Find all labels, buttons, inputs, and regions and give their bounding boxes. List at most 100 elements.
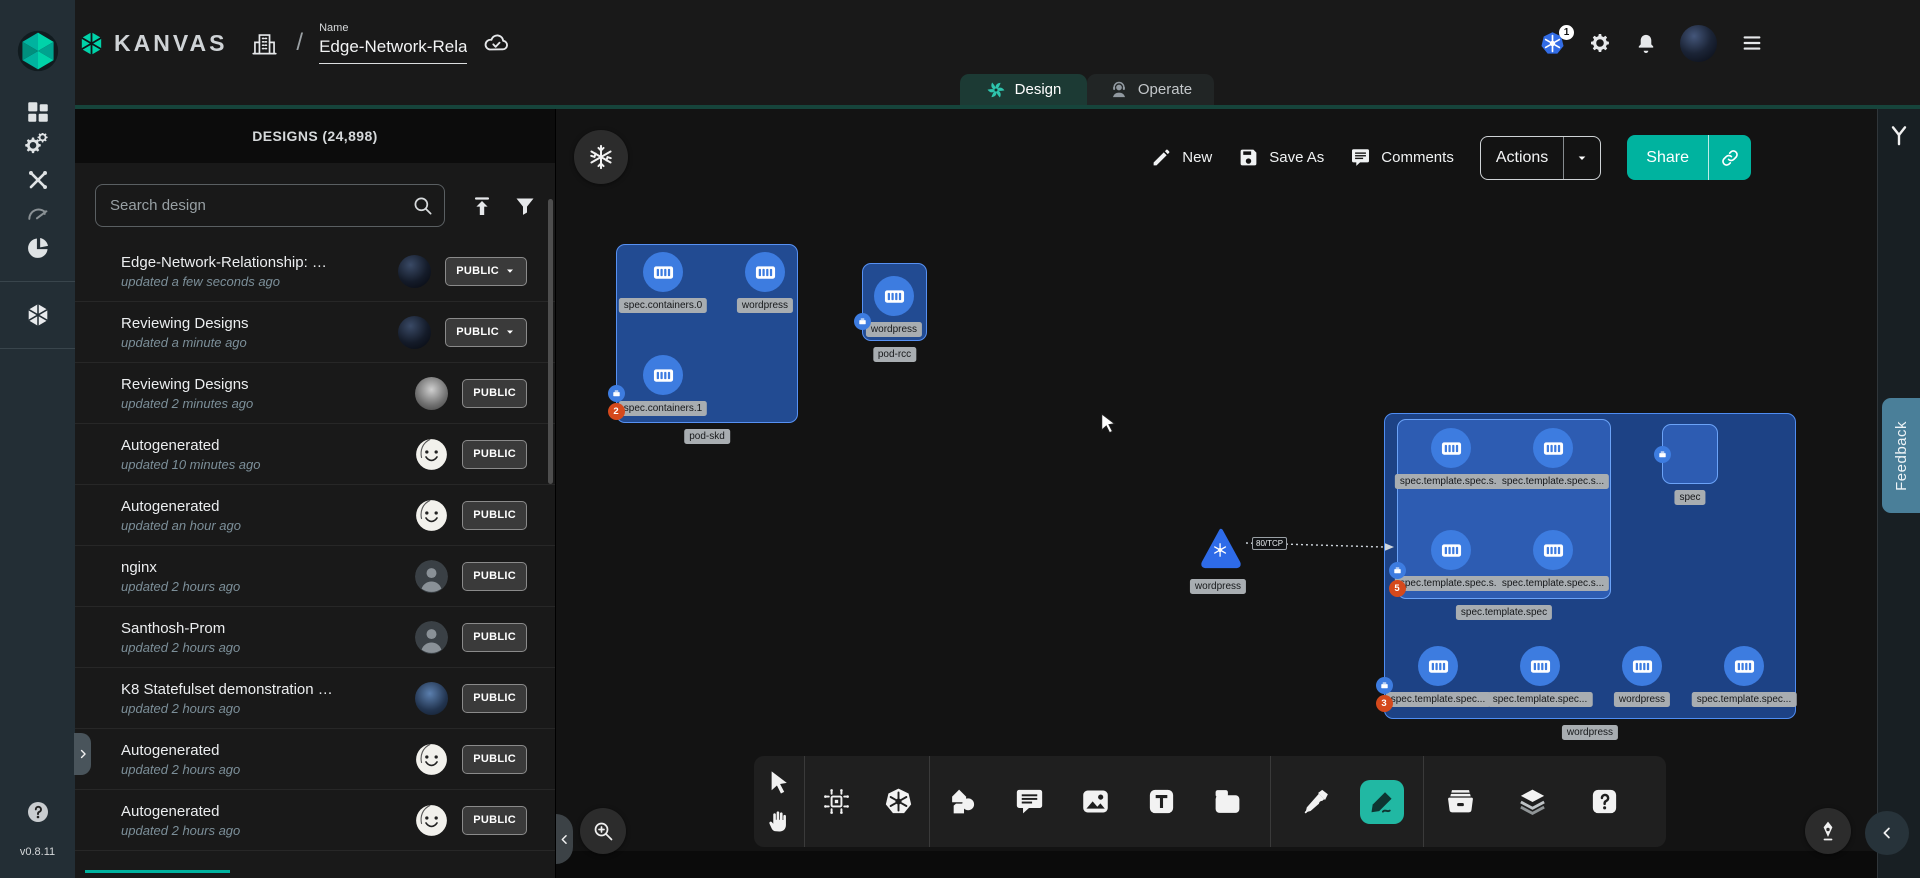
tab-design[interactable]: Design <box>960 74 1087 105</box>
share-button[interactable]: Share <box>1627 135 1751 180</box>
container-node[interactable] <box>1533 428 1573 468</box>
error-count-badge[interactable]: 2 <box>608 403 625 420</box>
design-list-item[interactable]: Autogeneratedupdated 2 hours agoPUBLIC <box>75 790 555 851</box>
sidebar-item-kanvas[interactable] <box>25 302 51 328</box>
container-node[interactable] <box>643 355 683 395</box>
container-node[interactable] <box>1724 646 1764 686</box>
tool-text-tool[interactable] <box>1128 756 1194 847</box>
visibility-badge[interactable]: PUBLIC <box>462 806 527 835</box>
pod-badge[interactable] <box>1376 677 1393 694</box>
pod-badge[interactable] <box>854 313 871 330</box>
settings-gear-icon[interactable] <box>1588 31 1612 55</box>
design-list-item[interactable]: nginxupdated 2 hours ago PUBLIC <box>75 546 555 607</box>
container-node[interactable] <box>1431 530 1471 570</box>
comments-button[interactable]: Comments <box>1350 147 1454 168</box>
search-design-input[interactable] <box>95 184 445 227</box>
container-node[interactable] <box>1520 646 1560 686</box>
new-design-button[interactable]: New <box>1151 147 1212 168</box>
container-node[interactable] <box>1533 530 1573 570</box>
visibility-badge[interactable]: PUBLIC <box>462 501 527 530</box>
save-as-button[interactable]: Save As <box>1238 147 1324 168</box>
visibility-badge[interactable]: PUBLIC <box>445 318 527 347</box>
container-node[interactable] <box>1622 646 1662 686</box>
kanvas-brand[interactable]: KANVAS <box>78 30 227 57</box>
container-node[interactable] <box>745 252 785 292</box>
notifications-bell-icon[interactable] <box>1634 31 1658 55</box>
visibility-badge[interactable]: PUBLIC <box>462 379 527 408</box>
right-panel-expand-button[interactable] <box>1865 811 1909 855</box>
sidebar-item-lifecycle[interactable] <box>25 133 51 159</box>
design-canvas[interactable]: pod-skdpod-rccwordpressspec.template.spe… <box>556 109 1877 878</box>
kubernetes-dock-fab[interactable] <box>574 130 628 184</box>
design-list-item[interactable]: Reviewing Designsupdated 2 minutes agoPU… <box>75 363 555 424</box>
visibility-badge[interactable]: PUBLIC <box>462 623 527 652</box>
meshery-logo[interactable] <box>16 29 60 73</box>
visibility-label: PUBLIC <box>473 570 516 582</box>
design-list-item[interactable]: Autogeneratedupdated 10 minutes agoPUBLI… <box>75 424 555 485</box>
zoom-in-fab[interactable] <box>580 808 626 854</box>
pod-badge[interactable] <box>1654 446 1671 463</box>
tool-help-tool[interactable] <box>1568 756 1640 847</box>
tool-pan-hand[interactable] <box>764 806 794 836</box>
visibility-badge[interactable]: PUBLIC <box>462 684 527 713</box>
node-group-spec-template-spec[interactable] <box>1397 419 1611 599</box>
panel-scrollbar-thumb[interactable] <box>548 199 553 484</box>
design-list-item[interactable]: Reviewing Designsupdated a minute agoPUB… <box>75 302 555 363</box>
kubernetes-context-switcher[interactable]: 1 <box>1539 30 1566 57</box>
whiteboard-pen-fab[interactable] <box>1805 808 1851 854</box>
tool-kubernetes[interactable] <box>867 756 929 847</box>
container-node[interactable] <box>1418 646 1458 686</box>
sidebar-item-dashboard[interactable] <box>25 99 51 125</box>
tool-freehand[interactable] <box>1349 756 1415 847</box>
error-count-badge[interactable]: 5 <box>1389 580 1406 597</box>
sidebar-item-configuration[interactable] <box>25 167 51 193</box>
tab-operate[interactable]: Operate <box>1087 74 1214 105</box>
filter-icon[interactable] <box>513 194 537 218</box>
sidebar-item-performance[interactable] <box>25 201 51 227</box>
right-rail: Feedback <box>1877 109 1920 878</box>
tool-layers[interactable] <box>1496 756 1568 847</box>
design-list-item[interactable]: K8 Statefulset demonstration with moupda… <box>75 668 555 729</box>
help-icon[interactable] <box>26 800 50 824</box>
visibility-badge[interactable]: PUBLIC <box>462 745 527 774</box>
tool-image-tool[interactable] <box>1062 756 1128 847</box>
tool-pen-tool[interactable] <box>1283 756 1349 847</box>
tool-drawer[interactable] <box>1424 756 1496 847</box>
design-list-item[interactable]: Autogeneratedupdated 2 hours agoPUBLIC <box>75 729 555 790</box>
copy-link-icon[interactable] <box>1709 148 1751 168</box>
sidebar-item-extensions[interactable] <box>25 235 51 261</box>
actions-dropdown-button[interactable]: Actions <box>1480 136 1601 180</box>
container-node[interactable] <box>874 276 914 316</box>
design-updated-time: updated 2 hours ago <box>121 640 415 655</box>
design-list-item[interactable]: Autogeneratedupdated an hour agoPUBLIC <box>75 485 555 546</box>
visibility-badge[interactable]: PUBLIC <box>462 562 527 591</box>
error-count-badge[interactable]: 3 <box>1376 695 1393 712</box>
actions-caret-icon[interactable] <box>1564 150 1600 166</box>
design-list-item[interactable]: Edge-Network-Relationship: Serviceupdate… <box>75 241 555 302</box>
user-avatar[interactable] <box>1680 25 1717 62</box>
sidebar-expand-button[interactable] <box>74 733 91 775</box>
design-author-avatar <box>415 560 448 593</box>
design-list-item[interactable]: Santhosh-Promupdated 2 hours agoPUBLIC <box>75 607 555 668</box>
tool-comment-tool[interactable] <box>996 756 1062 847</box>
design-author-avatar <box>415 499 448 532</box>
visibility-badge[interactable]: PUBLIC <box>445 257 527 286</box>
feedback-tab[interactable]: Feedback <box>1882 398 1920 513</box>
merge-branch-icon[interactable] <box>1886 123 1912 149</box>
service-node[interactable] <box>1197 526 1245 572</box>
design-info: nginxupdated 2 hours ago <box>121 559 415 594</box>
tool-shapes[interactable] <box>930 756 996 847</box>
design-info: K8 Statefulset demonstration with moupda… <box>121 681 415 716</box>
pod-badge[interactable] <box>1389 562 1406 579</box>
hamburger-menu-icon[interactable] <box>1739 33 1765 53</box>
visibility-badge[interactable]: PUBLIC <box>462 440 527 469</box>
pod-badge[interactable] <box>608 385 625 402</box>
organization-icon[interactable] <box>251 30 278 57</box>
design-name-input[interactable] <box>319 37 467 64</box>
container-node[interactable] <box>643 252 683 292</box>
tool-component[interactable] <box>805 756 867 847</box>
tool-tab-tool[interactable] <box>1194 756 1260 847</box>
container-node[interactable] <box>1431 428 1471 468</box>
tool-select-cursor[interactable] <box>764 767 794 797</box>
import-design-icon[interactable] <box>470 194 494 218</box>
